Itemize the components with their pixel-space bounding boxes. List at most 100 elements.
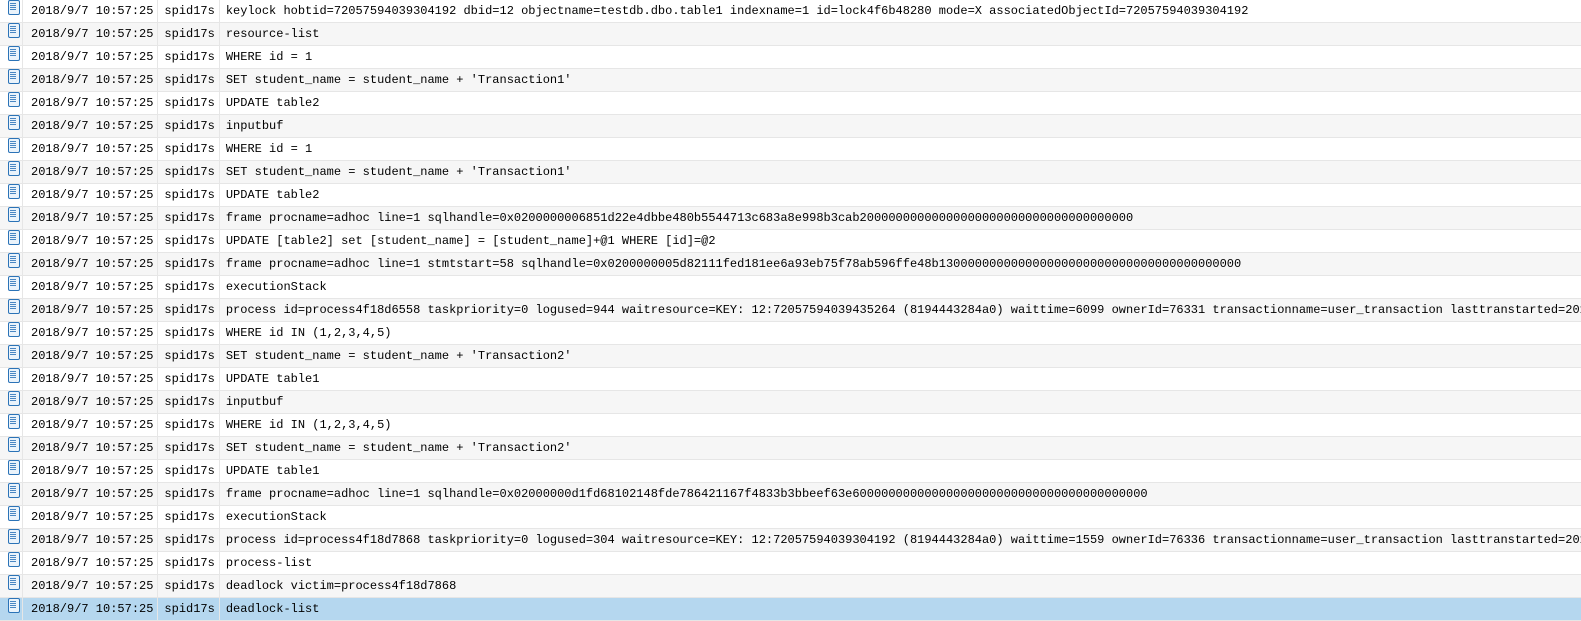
log-source: spid17s — [158, 253, 219, 276]
log-source: spid17s — [158, 483, 219, 506]
row-icon-cell — [0, 161, 23, 184]
log-row[interactable]: 2018/9/7 10:57:25spid17sWHERE id IN (1,2… — [0, 414, 1581, 437]
info-icon — [8, 161, 20, 175]
log-timestamp: 2018/9/7 10:57:25 — [23, 506, 158, 529]
row-icon-cell — [0, 69, 23, 92]
log-source: spid17s — [158, 115, 219, 138]
log-message: resource-list — [219, 23, 1581, 46]
log-message: UPDATE [table2] set [student_name] = [st… — [219, 230, 1581, 253]
log-row[interactable]: 2018/9/7 10:57:25spid17sframe procname=a… — [0, 207, 1581, 230]
log-timestamp: 2018/9/7 10:57:25 — [23, 207, 158, 230]
log-timestamp: 2018/9/7 10:57:25 — [23, 253, 158, 276]
log-message: executionStack — [219, 506, 1581, 529]
log-source: spid17s — [158, 46, 219, 69]
log-source: spid17s — [158, 437, 219, 460]
info-icon — [8, 299, 20, 313]
row-icon-cell — [0, 460, 23, 483]
row-icon-cell — [0, 299, 23, 322]
log-row[interactable]: 2018/9/7 10:57:25spid17sWHERE id = 1 — [0, 46, 1581, 69]
log-table: 2018/9/7 10:57:25spid17skeylock hobtid=7… — [0, 0, 1581, 621]
log-row[interactable]: 2018/9/7 10:57:25spid17sprocess id=proce… — [0, 299, 1581, 322]
log-row[interactable]: 2018/9/7 10:57:25spid17sdeadlock victim=… — [0, 575, 1581, 598]
log-message: process-list — [219, 552, 1581, 575]
log-message: SET student_name = student_name + 'Trans… — [219, 437, 1581, 460]
log-source: spid17s — [158, 184, 219, 207]
info-icon — [8, 506, 20, 520]
log-row[interactable]: 2018/9/7 10:57:25spid17sinputbuf — [0, 115, 1581, 138]
log-timestamp: 2018/9/7 10:57:25 — [23, 23, 158, 46]
info-icon — [8, 253, 20, 267]
row-icon-cell — [0, 92, 23, 115]
info-icon — [8, 46, 20, 60]
log-message: executionStack — [219, 276, 1581, 299]
log-source: spid17s — [158, 92, 219, 115]
log-timestamp: 2018/9/7 10:57:25 — [23, 437, 158, 460]
log-row[interactable]: 2018/9/7 10:57:25spid17sframe procname=a… — [0, 483, 1581, 506]
log-row[interactable]: 2018/9/7 10:57:25spid17sprocess id=proce… — [0, 529, 1581, 552]
log-message: WHERE id IN (1,2,3,4,5) — [219, 322, 1581, 345]
info-icon — [8, 575, 20, 589]
info-icon — [8, 391, 20, 405]
log-row[interactable]: 2018/9/7 10:57:25spid17sSET student_name… — [0, 437, 1581, 460]
log-message: process id=process4f18d6558 taskpriority… — [219, 299, 1581, 322]
row-icon-cell — [0, 184, 23, 207]
log-row[interactable]: 2018/9/7 10:57:25spid17sSET student_name… — [0, 345, 1581, 368]
log-row[interactable]: 2018/9/7 10:57:25spid17sUPDATE table2 — [0, 184, 1581, 207]
log-message: frame procname=adhoc line=1 sqlhandle=0x… — [219, 483, 1581, 506]
info-icon — [8, 322, 20, 336]
log-row[interactable]: 2018/9/7 10:57:25spid17sWHERE id = 1 — [0, 138, 1581, 161]
log-timestamp: 2018/9/7 10:57:25 — [23, 575, 158, 598]
log-row[interactable]: 2018/9/7 10:57:25spid17sresource-list — [0, 23, 1581, 46]
log-timestamp: 2018/9/7 10:57:25 — [23, 368, 158, 391]
log-source: spid17s — [158, 161, 219, 184]
log-row[interactable]: 2018/9/7 10:57:25spid17sexecutionStack — [0, 506, 1581, 529]
log-row[interactable]: 2018/9/7 10:57:25spid17sUPDATE table1 — [0, 368, 1581, 391]
log-source: spid17s — [158, 322, 219, 345]
info-icon — [8, 345, 20, 359]
log-message: frame procname=adhoc line=1 sqlhandle=0x… — [219, 207, 1581, 230]
log-timestamp: 2018/9/7 10:57:25 — [23, 483, 158, 506]
info-icon — [8, 368, 20, 382]
log-message: UPDATE table1 — [219, 368, 1581, 391]
log-source: spid17s — [158, 69, 219, 92]
log-row[interactable]: 2018/9/7 10:57:25spid17sdeadlock-list — [0, 598, 1581, 621]
log-message: deadlock-list — [219, 598, 1581, 621]
log-row[interactable]: 2018/9/7 10:57:25spid17sUPDATE table2 — [0, 92, 1581, 115]
info-icon — [8, 483, 20, 497]
log-row[interactable]: 2018/9/7 10:57:25spid17sSET student_name… — [0, 69, 1581, 92]
log-row[interactable]: 2018/9/7 10:57:25spid17sUPDATE [table2] … — [0, 230, 1581, 253]
log-row[interactable]: 2018/9/7 10:57:25spid17sWHERE id IN (1,2… — [0, 322, 1581, 345]
log-source: spid17s — [158, 276, 219, 299]
log-row[interactable]: 2018/9/7 10:57:25spid17skeylock hobtid=7… — [0, 0, 1581, 23]
log-timestamp: 2018/9/7 10:57:25 — [23, 138, 158, 161]
info-icon — [8, 598, 20, 612]
info-icon — [8, 414, 20, 428]
log-source: spid17s — [158, 598, 219, 621]
log-message: WHERE id = 1 — [219, 46, 1581, 69]
log-row[interactable]: 2018/9/7 10:57:25spid17sprocess-list — [0, 552, 1581, 575]
row-icon-cell — [0, 0, 23, 23]
row-icon-cell — [0, 253, 23, 276]
row-icon-cell — [0, 598, 23, 621]
row-icon-cell — [0, 437, 23, 460]
log-source: spid17s — [158, 506, 219, 529]
log-source: spid17s — [158, 529, 219, 552]
log-source: spid17s — [158, 0, 219, 23]
row-icon-cell — [0, 46, 23, 69]
log-source: spid17s — [158, 345, 219, 368]
info-icon — [8, 138, 20, 152]
log-timestamp: 2018/9/7 10:57:25 — [23, 322, 158, 345]
log-row[interactable]: 2018/9/7 10:57:25spid17sinputbuf — [0, 391, 1581, 414]
log-timestamp: 2018/9/7 10:57:25 — [23, 276, 158, 299]
log-row[interactable]: 2018/9/7 10:57:25spid17sexecutionStack — [0, 276, 1581, 299]
info-icon — [8, 529, 20, 543]
log-row[interactable]: 2018/9/7 10:57:25spid17sSET student_name… — [0, 161, 1581, 184]
row-icon-cell — [0, 23, 23, 46]
log-message: SET student_name = student_name + 'Trans… — [219, 345, 1581, 368]
log-row[interactable]: 2018/9/7 10:57:25spid17sUPDATE table1 — [0, 460, 1581, 483]
info-icon — [8, 552, 20, 566]
log-timestamp: 2018/9/7 10:57:25 — [23, 0, 158, 23]
log-message: UPDATE table2 — [219, 92, 1581, 115]
log-message: UPDATE table1 — [219, 460, 1581, 483]
log-row[interactable]: 2018/9/7 10:57:25spid17sframe procname=a… — [0, 253, 1581, 276]
